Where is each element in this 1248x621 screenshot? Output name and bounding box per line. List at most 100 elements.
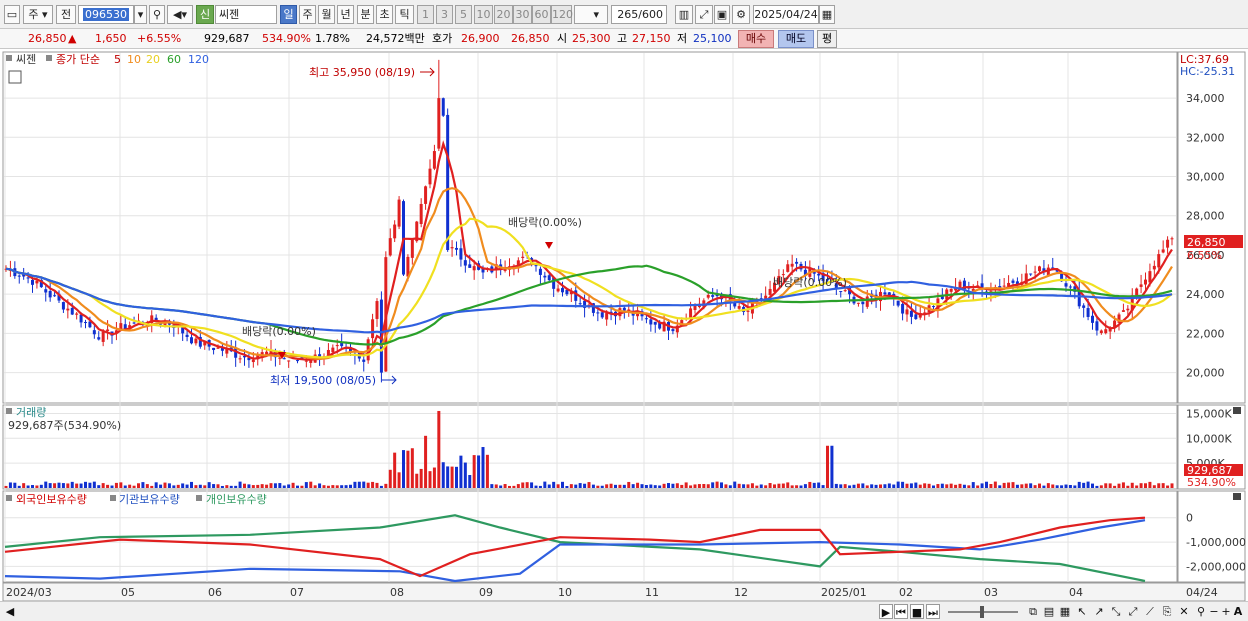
draw-icon-5[interactable]: ⟋ xyxy=(1143,604,1157,619)
sell-button[interactable]: 매도 xyxy=(778,30,814,48)
volume-bar xyxy=(764,485,768,488)
volume-bar xyxy=(1113,485,1117,488)
volume-bar xyxy=(530,482,534,488)
volume-bar xyxy=(512,485,516,488)
volume-bar xyxy=(834,483,838,488)
draw-icon-4[interactable]: ⤢ xyxy=(1126,604,1140,619)
scroll-left-icon[interactable]: ◀ xyxy=(4,604,16,619)
candle-body xyxy=(287,360,291,362)
volume-bar xyxy=(971,482,975,488)
period-week-tab[interactable]: 주 xyxy=(299,5,316,24)
interval-10[interactable]: 10 xyxy=(474,5,493,24)
price-tick-label: 24,000 xyxy=(1186,288,1225,301)
candle-body xyxy=(296,360,299,362)
interval-120[interactable]: 120 xyxy=(551,5,573,24)
volume-bar xyxy=(455,466,458,488)
next-button[interactable]: ▶ xyxy=(879,604,893,619)
legend-stock-name: 씨젠 xyxy=(16,53,36,66)
chart-svg[interactable]: 34,00032,00030,00028,00026,00024,00022,0… xyxy=(0,50,1248,602)
volume-bar xyxy=(397,472,401,488)
new-badge[interactable]: 신 xyxy=(196,5,214,24)
volume-bar xyxy=(340,485,344,488)
average-button[interactable]: 평 xyxy=(817,30,837,48)
candle-body xyxy=(1082,305,1086,308)
period-minute-tab[interactable]: 분 xyxy=(357,5,374,24)
speaker-icon[interactable]: ◀▾ xyxy=(167,5,193,24)
interval-dropdown[interactable]: ▾ xyxy=(574,5,608,24)
draw-icon-3[interactable]: ⤡ xyxy=(1109,604,1123,619)
count-field[interactable]: 265/600 xyxy=(611,5,667,24)
layout-icon-2[interactable]: ▤ xyxy=(1042,604,1056,619)
period-month-tab[interactable]: 월 xyxy=(318,5,335,24)
draw-icon-2[interactable]: ↗ xyxy=(1092,604,1106,619)
chart-area[interactable]: 34,000 32,000 30,000 28,000 26,000 24,000 22,0… xyxy=(0,50,1248,602)
zoom-slider-handle[interactable] xyxy=(980,606,984,618)
volume-bar xyxy=(874,484,878,488)
stock-name-field[interactable]: 씨젠 xyxy=(215,5,277,24)
period-tick-tab[interactable]: 틱 xyxy=(395,5,414,24)
calendar-icon[interactable]: ▦ xyxy=(819,5,835,24)
candle-body xyxy=(600,312,604,318)
table-toggle-icon[interactable] xyxy=(8,70,22,84)
candle-body xyxy=(397,199,401,227)
code-input[interactable]: 096530 xyxy=(78,5,134,24)
code-dropdown-icon[interactable]: ▾ xyxy=(134,5,147,24)
volume-bar xyxy=(883,484,887,488)
interval-20[interactable]: 20 xyxy=(494,5,513,24)
volume-bar xyxy=(247,484,251,488)
volume-bar xyxy=(1139,483,1143,488)
zoom-out-icon[interactable]: − xyxy=(1208,604,1220,619)
gear-icon[interactable]: ⚙ xyxy=(732,5,750,24)
volume-bar xyxy=(269,483,273,488)
interval-1[interactable]: 1 xyxy=(417,5,434,24)
time-tick-label: 03 xyxy=(984,586,998,599)
draw-tool-icon[interactable]: ⤢ xyxy=(695,5,713,24)
interval-30[interactable]: 30 xyxy=(513,5,532,24)
stop-icon[interactable]: ■ xyxy=(910,604,924,619)
search-icon[interactable]: ⚲ xyxy=(149,5,165,24)
period-year-tab[interactable]: 년 xyxy=(337,5,354,24)
zoom-in-button[interactable]: + xyxy=(1220,604,1232,619)
interval-5[interactable]: 5 xyxy=(455,5,472,24)
volume-bar xyxy=(141,482,145,488)
delete-icon[interactable]: ✕ xyxy=(1177,604,1191,619)
volume-bar xyxy=(786,482,790,488)
zoom-slider[interactable] xyxy=(948,604,1018,619)
layout-icon-3[interactable]: ▦ xyxy=(1058,604,1072,619)
volume-bar xyxy=(622,484,626,488)
font-button[interactable]: A xyxy=(1232,604,1244,619)
volume-bar xyxy=(432,467,436,488)
interval-3[interactable]: 3 xyxy=(436,5,453,24)
buy-button[interactable]: 매수 xyxy=(738,30,774,48)
volume-bar xyxy=(706,484,710,488)
last-icon[interactable]: ⏭ xyxy=(926,604,940,619)
window-icon[interactable]: ▭ xyxy=(4,5,20,24)
first-icon[interactable]: ⏮ xyxy=(894,604,908,619)
last-pct-text: 6.55% xyxy=(1187,249,1222,262)
volume-bar xyxy=(1046,483,1050,488)
candle-type-icon[interactable]: ▥ xyxy=(675,5,693,24)
candle-body xyxy=(190,337,193,344)
date-field[interactable]: 2025/04/24 xyxy=(753,5,819,24)
turnover-percent: 1.78% xyxy=(315,32,350,45)
volume-panel[interactable] xyxy=(2,404,1178,490)
layout-icon-1[interactable]: ⧉ xyxy=(1026,604,1040,619)
candle-body xyxy=(419,203,423,225)
holdings-panel-close-icon[interactable] xyxy=(1233,493,1241,500)
candle-body xyxy=(1086,308,1090,317)
zoom-icon[interactable]: ⚲ xyxy=(1194,604,1208,619)
copy-icon[interactable]: ⎘ xyxy=(1160,604,1174,619)
period-second-tab[interactable]: 초 xyxy=(376,5,393,24)
interval-60[interactable]: 60 xyxy=(532,5,551,24)
price-panel[interactable] xyxy=(2,51,1178,404)
volume-bar xyxy=(927,483,931,488)
volume-bar xyxy=(207,482,211,488)
mode-select[interactable]: 주 ▾ xyxy=(23,5,53,24)
candle-body xyxy=(693,305,697,310)
prev-button[interactable]: 전 xyxy=(56,5,76,24)
volume-panel-close-icon[interactable] xyxy=(1233,407,1241,414)
period-day-tab[interactable]: 일 xyxy=(280,5,297,24)
volume-bar xyxy=(1051,484,1055,488)
draw-icon-1[interactable]: ↖ xyxy=(1075,604,1089,619)
save-icon[interactable]: ▣ xyxy=(714,5,730,24)
